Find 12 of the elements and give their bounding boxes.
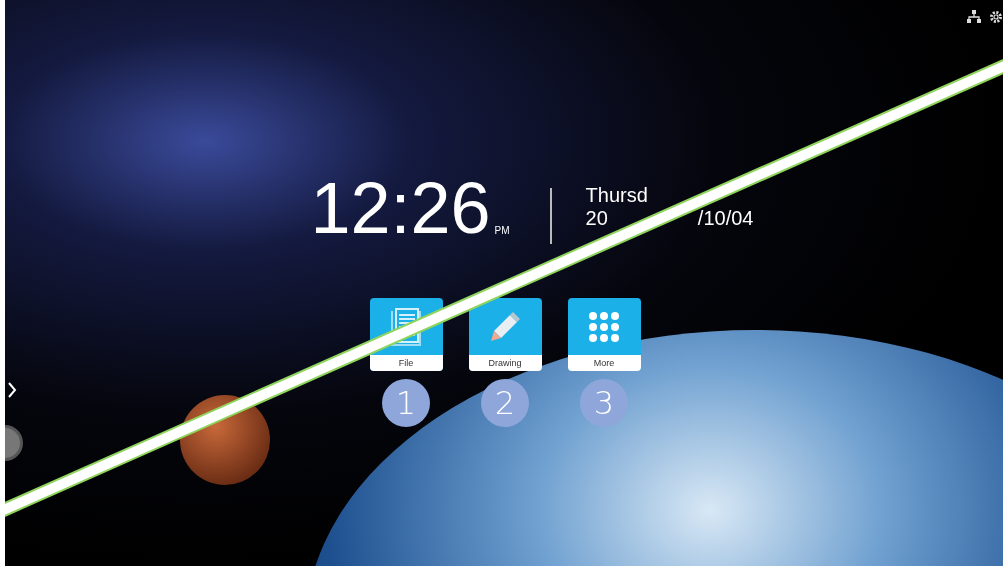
clock-meridiem: PM bbox=[494, 224, 510, 238]
chevron-right-icon[interactable] bbox=[7, 381, 17, 399]
network-icon[interactable] bbox=[967, 10, 981, 23]
pencil-icon bbox=[490, 311, 520, 342]
clock-time: 12:26 bbox=[310, 172, 491, 244]
app-tile[interactable]: More bbox=[567, 298, 641, 371]
day-text: Thursd bbox=[585, 184, 649, 207]
date-text: 20 bbox=[585, 207, 608, 230]
settings-icon[interactable] bbox=[989, 10, 1003, 24]
grid-icon bbox=[588, 310, 620, 343]
date-text: /10/04 bbox=[697, 207, 754, 230]
app-tile[interactable]: Drawing bbox=[468, 298, 542, 371]
